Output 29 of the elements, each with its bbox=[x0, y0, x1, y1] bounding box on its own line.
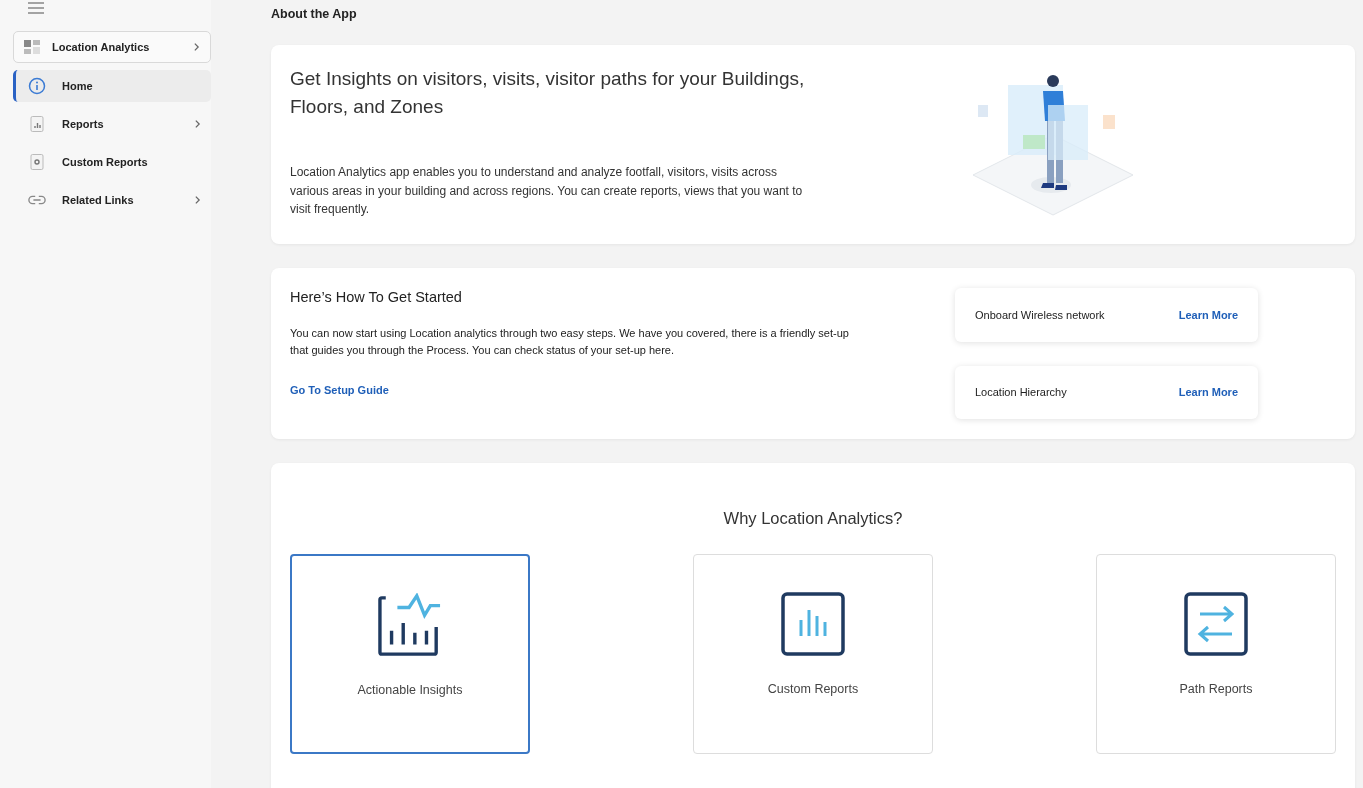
feature-tile[interactable]: Path Reports bbox=[1096, 554, 1336, 754]
intro-text: Location Analytics app enables you to understand and analyze footfall, visitors, visits across various areas in your building and across regions. You can create reports, views that you want to visit frequently. bbox=[290, 164, 804, 218]
step-label: Location Hierarchy bbox=[975, 386, 1067, 399]
feature-tile[interactable]: Custom Reports bbox=[693, 554, 933, 754]
feature-tile[interactable]: Actionable Insights bbox=[290, 554, 530, 754]
learn-more-link[interactable]: Learn More bbox=[1178, 308, 1238, 321]
nav-item[interactable]: Reports bbox=[13, 108, 211, 140]
nav-item[interactable]: Home bbox=[13, 70, 211, 102]
nav-item[interactable]: Related Links bbox=[13, 184, 211, 216]
chart-icon bbox=[28, 115, 46, 133]
section-heading: Why Location Analytics? bbox=[723, 509, 903, 528]
chevron-icon bbox=[194, 119, 201, 129]
info-icon bbox=[28, 77, 46, 95]
section-heading: Here’s How To Get Started bbox=[290, 289, 462, 305]
menu-icon[interactable] bbox=[28, 2, 44, 14]
section-text: You can now start using Location analytics through two easy steps. We have you covered, there is a friendly set-up that guides you through the Process. You can check status of your set-up here. bbox=[290, 326, 850, 358]
chevron-icon bbox=[193, 42, 200, 52]
intro-heading: Get Insights on visitors, visits, visitor paths for your Buildings, Floors, and Zones bbox=[290, 67, 806, 119]
app-switcher[interactable]: Location Analytics bbox=[13, 31, 211, 63]
step-label: Onboard Wireless network bbox=[975, 308, 1105, 321]
bar-chart-icon bbox=[378, 593, 442, 657]
swap-arrows-icon bbox=[1184, 592, 1248, 656]
chevron-icon bbox=[194, 195, 201, 205]
setup-guide-link[interactable]: Go To Setup Guide bbox=[290, 384, 389, 396]
bar-chart-icon bbox=[781, 592, 845, 656]
dashboard-icon bbox=[24, 40, 40, 54]
learn-more-link[interactable]: Learn More bbox=[1178, 386, 1238, 399]
nav-item[interactable]: Custom Reports bbox=[13, 146, 211, 178]
page-title: About the App bbox=[271, 7, 357, 21]
